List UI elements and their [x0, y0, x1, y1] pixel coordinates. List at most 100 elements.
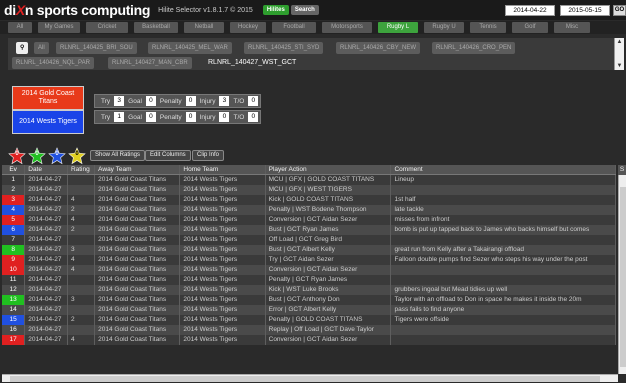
table-row[interactable]: 12 2014-04-27 2014 Gold Coast Titans 2014 W… [2, 285, 616, 295]
cell-home-team: 2014 Wests Tigers [180, 295, 266, 305]
stat-label: Goal [128, 97, 142, 105]
cell-home-team: 2014 Wests Tigers [180, 325, 266, 335]
table-row[interactable]: 15 2014-04-27 2 2014 Gold Coast Titans 2014 … [2, 315, 616, 325]
tab-rugby-league[interactable]: Rugby L [378, 22, 418, 33]
edit-columns-button[interactable]: Edit Columns [145, 150, 191, 161]
filter-chip[interactable]: RLNRL_140426_CRO_PEN [432, 42, 516, 54]
col-header-ev[interactable]: Ev [2, 165, 26, 174]
scroll-down-icon[interactable]: ▼ [615, 62, 624, 70]
rating-badge-red[interactable]: 0 [8, 147, 26, 165]
col-header-rating[interactable]: Rating [68, 165, 96, 174]
cell-away-team: 2014 Gold Coast Titans [95, 275, 181, 285]
filter-chip[interactable]: All [34, 42, 49, 54]
cell-date: 2014-04-27 [25, 255, 68, 265]
scroll-up-icon[interactable]: ▲ [615, 38, 624, 46]
show-all-ratings-button[interactable]: Show All Ratings [90, 150, 146, 161]
tab-tennis[interactable]: Tennis [470, 22, 506, 33]
cell-player-action: Conversion | GCT Aidan Sezer [266, 335, 392, 345]
tab-cricket[interactable]: Cricket [86, 22, 128, 33]
col-header-home-team[interactable]: Home Team [180, 165, 266, 174]
cell-away-team: 2014 Gold Coast Titans [95, 225, 181, 235]
tab-rugby-union[interactable]: Rugby U [424, 22, 464, 33]
table-row[interactable]: 6 2014-04-27 2 2014 Gold Coast Titans 2014 W… [2, 225, 616, 235]
cell-comment: Taylor with an offload to Don in space h… [391, 295, 616, 305]
filter-chip[interactable]: RLNRL_140425_MEL_WAR [148, 42, 232, 54]
cell-comment [391, 265, 616, 275]
col-header-away-team[interactable]: Away Team [95, 165, 181, 174]
cell-comment [391, 335, 616, 345]
col-header-player-action[interactable]: Player Action [266, 165, 392, 174]
rating-badge-yellow[interactable]: 0 [68, 147, 86, 165]
filter-chip[interactable]: RLNRL_140425_BRI_SOU [56, 42, 137, 54]
cell-date: 2014-04-27 [25, 235, 68, 245]
cell-rating: 2 [68, 205, 96, 215]
col-header-comment[interactable]: Comment [391, 165, 616, 174]
rating-badge-green[interactable]: 0 [28, 147, 46, 165]
cell-ev: 15 [2, 315, 26, 325]
table-row[interactable]: 4 2014-04-27 2 2014 Gold Coast Titans 2014 W… [2, 205, 616, 215]
table-row[interactable]: 3 2014-04-27 4 2014 Gold Coast Titans 2014 W… [2, 195, 616, 205]
tab-football[interactable]: Football [272, 22, 316, 33]
tab-netball[interactable]: Netball [184, 22, 224, 33]
date-to-input[interactable]: 2015-05-15 [560, 5, 610, 16]
table-row[interactable]: 9 2014-04-27 4 2014 Gold Coast Titans 2014 W… [2, 255, 616, 265]
scroll-thumb[interactable] [10, 376, 600, 382]
cell-player-action: Kick | GOLD COAST TITANS [266, 195, 392, 205]
cell-comment: misses from infront [391, 215, 616, 225]
col-header-s[interactable]: S [618, 165, 626, 175]
table-row[interactable]: 5 2014-04-27 4 2014 Gold Coast Titans 2014 W… [2, 215, 616, 225]
app-logo: diXn sports computing [4, 2, 151, 18]
table-row[interactable]: 10 2014-04-27 4 2014 Gold Coast Titans 2014 … [2, 265, 616, 275]
filter-chip[interactable]: RLNRL_140426_CBY_NEW [336, 42, 421, 54]
tab-misc[interactable]: Misc [554, 22, 590, 33]
table-row[interactable]: 8 2014-04-27 3 2014 Gold Coast Titans 2014 W… [2, 245, 616, 255]
filter-chip[interactable]: RLNRL_140426_NQL_PAR [12, 57, 94, 69]
tab-golf[interactable]: Golf [512, 22, 548, 33]
hilites-button[interactable]: Hilites [262, 5, 289, 15]
col-header-date[interactable]: Date [25, 165, 68, 174]
scroll-thumb[interactable] [620, 187, 626, 367]
filter-chip-selected[interactable]: RLNRL_140427_WST_GCT [204, 57, 301, 69]
tab-motorsports[interactable]: Motorsports [322, 22, 372, 33]
tab-hockey[interactable]: Hockey [230, 22, 266, 33]
table-row[interactable]: 2 2014-04-27 2014 Gold Coast Titans 2014 We… [2, 185, 616, 195]
cell-away-team: 2014 Gold Coast Titans [95, 245, 181, 255]
table-row[interactable]: 17 2014-04-27 4 2014 Gold Coast Titans 2014 … [2, 335, 616, 345]
cell-away-team: 2014 Gold Coast Titans [95, 215, 181, 225]
cell-comment: pass fails to find anyone [391, 305, 616, 315]
tab-all[interactable]: All [8, 22, 32, 33]
date-from-input[interactable]: 2014-04-22 [505, 5, 555, 16]
table-row[interactable]: 7 2014-04-27 2014 Gold Coast Titans 2014 We… [2, 235, 616, 245]
cell-rating [68, 235, 96, 245]
clip-info-button[interactable]: Clip Info [192, 150, 225, 161]
tab-my-games[interactable]: My Games [38, 22, 80, 33]
cell-home-team: 2014 Wests Tigers [180, 265, 266, 275]
table-vertical-scrollbar[interactable] [618, 175, 626, 374]
table-horizontal-scrollbar[interactable] [2, 374, 618, 382]
search-button[interactable]: Search [290, 5, 319, 15]
rating-badge-blue[interactable]: 0 [48, 147, 66, 165]
filter-scrollbar[interactable]: ▲ ▼ [614, 38, 624, 70]
cell-home-team: 2014 Wests Tigers [180, 285, 266, 295]
table-row[interactable]: 14 2014-04-27 2014 Gold Coast Titans 2014 W… [2, 305, 616, 315]
cell-away-team: 2014 Gold Coast Titans [95, 295, 181, 305]
team-button-wests[interactable]: 2014 Wests Tigers [12, 110, 84, 134]
table-row[interactable]: 13 2014-04-27 3 2014 Gold Coast Titans 2014 … [2, 295, 616, 305]
cell-comment [391, 275, 616, 285]
filter-chip[interactable]: RLNRL_140427_MAN_CBR [108, 57, 192, 69]
cell-player-action: MCU | GFX | WEST TIGERS [266, 185, 392, 195]
cell-date: 2014-04-27 [25, 275, 68, 285]
table-row[interactable]: 11 2014-04-27 2014 Gold Coast Titans 2014 W… [2, 275, 616, 285]
team-button-gold-coast[interactable]: 2014 Gold Coast Titans [12, 86, 84, 110]
tab-basketball[interactable]: Basketball [134, 22, 178, 33]
cell-ev: 17 [2, 335, 26, 345]
search-filter-button[interactable]: ⚲ [16, 42, 29, 54]
table-row[interactable]: 16 2014-04-27 2014 Gold Coast Titans 2014 W… [2, 325, 616, 335]
go-button[interactable]: GO [613, 5, 626, 16]
filter-chip[interactable]: RLNRL_140425_STI_SYD [244, 42, 324, 54]
cell-comment: 1st half [391, 195, 616, 205]
cell-player-action: Bust | GCT Ryan James [266, 225, 392, 235]
table-row[interactable]: 1 2014-04-27 2014 Gold Coast Titans 2014 We… [2, 175, 616, 185]
cell-ev: 4 [2, 205, 26, 215]
cell-rating [68, 185, 96, 195]
